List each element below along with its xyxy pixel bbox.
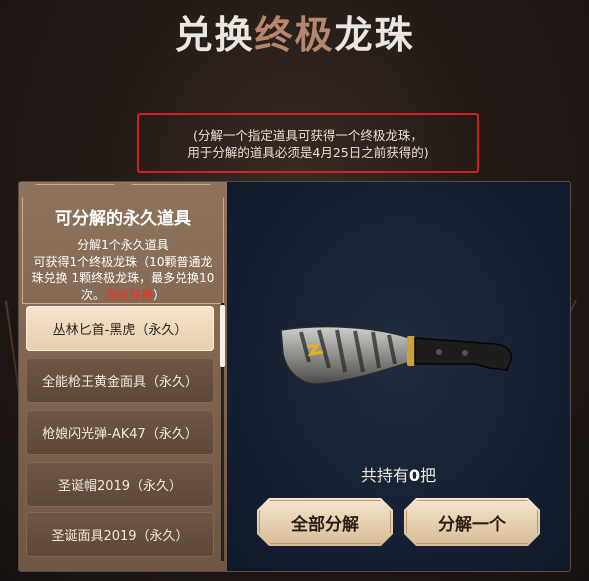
title-part-ultimate: 终极	[254, 13, 335, 57]
desc-line-4-pre: 次。	[80, 287, 105, 302]
title-part-dragonball: 龙珠	[334, 13, 415, 57]
list-item-label: 枪娘闪光弹-AK47（永久）	[42, 427, 198, 442]
list-item-label: 圣诞帽2019（永久）	[57, 479, 183, 494]
hold-count: 0	[408, 466, 421, 485]
decompose-all-button[interactable]: 全部分解	[257, 498, 393, 546]
desc-line-2: 可获得1个终极龙珠（10颗普通龙	[33, 254, 213, 269]
desc-line-4: 次。点击兑换）	[19, 287, 227, 304]
list-item-jungle-dagger[interactable]: 丛林匕首-黑虎（永久）	[26, 306, 214, 351]
exchange-link[interactable]: 点击兑换	[105, 288, 153, 302]
desc-line-4-post: ）	[153, 287, 166, 302]
decompose-one-label: 分解一个	[438, 514, 506, 535]
item-list-panel: 可分解的永久道具 分解1个永久道具 可获得1个终极龙珠（10颗普通龙 珠兑换 1…	[19, 182, 227, 571]
decompose-all-label: 全部分解	[291, 514, 359, 535]
list-item-christmas-hat[interactable]: 圣诞帽2019（永久）	[26, 462, 214, 507]
list-item-label: 全能枪王黄金面具（永久）	[41, 375, 198, 390]
list-item-flashbang-ak47[interactable]: 枪娘闪光弹-AK47（永久）	[26, 410, 214, 455]
notice-line-2: 用于分解的道具必须是4月25日之前获得的)	[187, 145, 429, 160]
page-title: 兑换终极龙珠	[0, 10, 589, 60]
item-preview-panel: 共持有0把 全部分解 分解一个	[227, 182, 570, 571]
desc-line-3: 珠兑换 1颗终极龙珠，最多兑换10	[31, 271, 215, 285]
hold-pre: 共持有	[360, 466, 409, 485]
hold-count-text: 共持有0把	[227, 462, 570, 486]
list-item-label: 丛林匕首-黑虎（永久）	[52, 323, 188, 338]
knife-image-icon	[280, 325, 513, 385]
desc-line-1: 分解1个永久道具	[77, 238, 169, 252]
notice-line-1: (分解一个指定道具可获得一个终极龙珠，	[193, 128, 423, 143]
title-part-exchange: 兑换	[174, 13, 255, 57]
list-item-gold-mask[interactable]: 全能枪王黄金面具（永久）	[26, 358, 214, 403]
exchange-panel: 可分解的永久道具 分解1个永久道具 可获得1个终极龙珠（10颗普通龙 珠兑换 1…	[18, 181, 571, 572]
list-description: 分解1个永久道具 可获得1个终极龙珠（10颗普通龙 珠兑换 1颗终极龙珠，最多兑…	[19, 237, 227, 303]
hold-post: 把	[420, 466, 437, 485]
decompose-one-button[interactable]: 分解一个	[404, 498, 540, 546]
notice-box: (分解一个指定道具可获得一个终极龙珠， 用于分解的道具必须是4月25日之前获得的…	[137, 113, 479, 173]
scrollbar-thumb[interactable]	[220, 305, 225, 367]
list-item-label: 圣诞面具2019（永久）	[51, 529, 189, 544]
list-item-christmas-mask[interactable]: 圣诞面具2019（永久）	[26, 512, 214, 557]
list-title: 可分解的永久道具	[55, 209, 191, 229]
